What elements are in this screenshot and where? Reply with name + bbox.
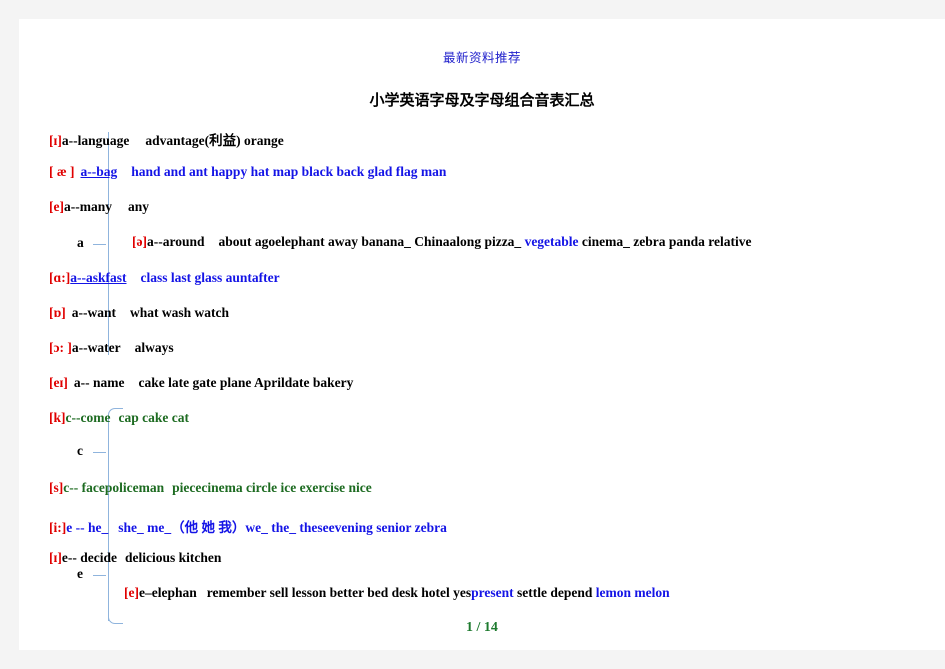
entry-lead: a--around [146,234,205,249]
entry-words: what wash watch [130,305,230,320]
entry-row: [e]e–elephan remember sell lesson better … [124,585,670,601]
entry-row: [ æ ] a--bag hand and ant happy hat map bl… [49,164,446,180]
entry-words: cap cake cat [118,410,189,425]
phonetic-symbol: [i:] [49,520,67,535]
entry-lead: c--come [65,410,111,425]
entry-words: always [134,340,174,355]
phonetic-symbol: [eɪ] [49,375,68,390]
entry-words: class last glass auntafter [140,270,280,285]
entry-row: [s]c-- facepoliceman piececinema circle i… [49,480,372,496]
entry-row: [ɪ]e-- decide delicious kitchen [49,550,221,566]
entry-words: cake late gate plane Aprildate bakery [138,375,354,390]
entry-words: hand and ant happy hat map black back gl… [131,164,447,179]
phonetic-symbol: [ɪ] [49,133,62,148]
entry-words: remember sell lesson better bed desk hot… [206,585,670,600]
highlighted-word: vegetable [524,234,579,249]
phonetic-symbol: [ æ ] [49,164,75,179]
entry-row: [eɪ] a-- name cake late gate plane Aprilda… [49,375,353,391]
entry-words: delicious kitchen [124,550,222,565]
entry-lead: a--askfast [70,270,127,285]
entry-words: she_ me_（他 她 我）we_ the_ theseevening sen… [118,520,447,535]
entry-words: advantage(利益) orange [145,133,284,148]
entry-lead: a--want [71,305,116,320]
document-page: 最新资料推荐 小学英语字母及字母组合音表汇总 a c e [ɪ]a--langu… [19,19,945,650]
entry-words: about agoelephant away banana_ Chinaalon… [218,234,752,249]
phonetic-symbol: [ɑ:] [49,270,71,285]
entry-lead: e–elephan [138,585,197,600]
phonetic-symbol: [e] [49,199,64,214]
entry-row: [k]c--come cap cake cat [49,410,189,426]
phonetic-symbol: [k] [49,410,66,425]
entry-row: [ə]a--around about agoelephant away banan… [132,234,752,250]
entry-row: [ɑ:]a--askfast class last glass auntafter [49,270,280,286]
page-number: 1 / 14 [466,620,498,635]
entry-lead: a--language [61,133,130,148]
entry-lead: a--many [63,199,112,214]
entry-lead: e -- he_ [66,520,109,535]
entry-lead: c-- facepoliceman [63,480,165,495]
entry-row: [i:]e -- he_ she_ me_（他 她 我）we_ the_ thes… [49,516,447,536]
entry-words: piececinema circle ice exercise nice [172,480,372,495]
entry-row: [ɒ] a--want what wash watch [49,305,229,321]
highlighted-word: present [471,585,514,600]
phonetic-symbol: [e] [124,585,139,600]
entry-row: [ɔ: ]a--water always [49,340,174,356]
entry-lead: a--bag [80,164,118,179]
entry-row: [e]a--many any [49,199,149,215]
phonetic-symbol: [ɔ: ] [49,340,72,355]
content-lines: [ɪ]a--language advantage(利益) orange [ æ ]… [19,19,945,650]
entry-row: [ɪ]a--language advantage(利益) orange [49,129,284,149]
highlighted-word: melon [634,585,670,600]
entry-lead: a--water [71,340,121,355]
phonetic-symbol: [ɒ] [49,305,66,320]
phonetic-symbol: [ɪ] [49,550,62,565]
phonetic-symbol: [ə] [132,234,147,249]
entry-lead: a-- name [73,375,125,390]
phonetic-symbol: [s] [49,480,64,495]
entry-words: any [127,199,149,214]
highlighted-word: lemon [595,585,631,600]
entry-lead: e-- decide [61,550,117,565]
